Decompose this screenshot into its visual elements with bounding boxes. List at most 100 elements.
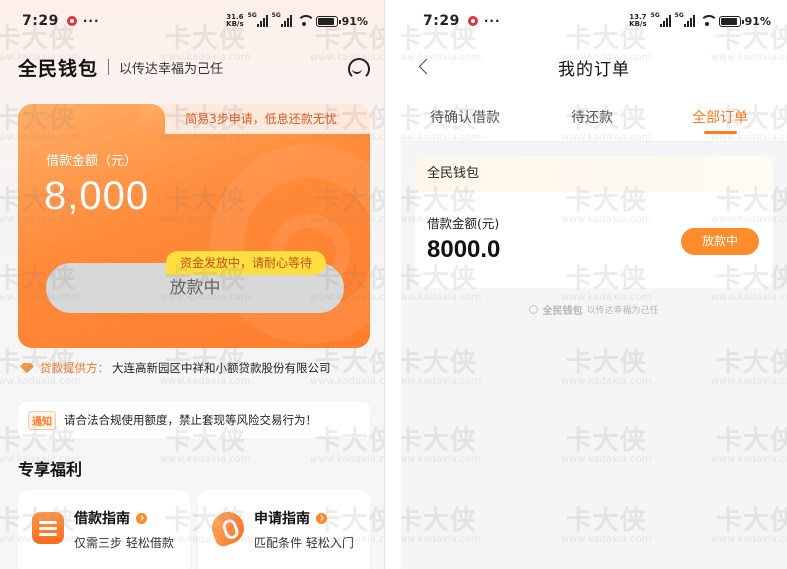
status-more: ··· <box>82 14 100 28</box>
order-brand: 全民钱包 <box>415 156 773 192</box>
tile-title-text: 借款指南 <box>74 511 130 527</box>
right-screen: 7:29 ··· 13.7 KB/s 5G 5G 91% 我的订单 待确认借款 <box>401 0 787 569</box>
provider-name: 大连高新园区中祥和小额贷款股份有限公司 <box>112 361 331 375</box>
notice-tag: 通知 <box>28 410 56 430</box>
page-title: 我的订单 <box>558 59 630 80</box>
watermark: 卡大侠www.kadaxia.com <box>401 500 481 545</box>
watermark-logo: 卡大侠 <box>565 348 647 378</box>
watermark: 卡大侠www.kadaxia.com <box>711 500 787 545</box>
watermark-url: www.kadaxia.com <box>310 454 385 465</box>
network-speed-unit: KB/s <box>226 20 244 28</box>
signal-icon: 5G <box>650 12 671 27</box>
tile-title: 借款指南 <box>74 508 190 528</box>
watermark-url: www.kadaxia.com <box>401 376 482 387</box>
status-time: 7:29 <box>423 13 460 29</box>
app-notification-icon <box>467 16 478 26</box>
apply-guide-icon <box>207 507 249 549</box>
app-brand: 全民钱包 <box>18 57 99 80</box>
watermark: 卡大侠www.kadaxia.com <box>711 342 787 387</box>
loan-guide-icon <box>32 512 64 544</box>
tile-subtitle: 匹配条件 轻松入门 <box>254 536 354 550</box>
watermark-url: www.kadaxia.com <box>160 454 251 465</box>
watermark: 卡大侠www.kadaxia.com <box>401 342 481 387</box>
app-slogan: 以传达幸福为己任 <box>119 61 224 77</box>
status-indicators: 13.7 KB/s 5G 5G 91% <box>629 12 771 28</box>
signal-label: 5G <box>247 12 257 19</box>
footer-brand-name: 全民钱包 <box>542 306 583 317</box>
watermark-url: www.kadaxia.com <box>561 534 652 545</box>
status-bar: 7:29 ··· 31.6 KB/s 5G 5G 91% <box>0 0 384 42</box>
signal-icon: 5G <box>674 12 695 27</box>
watermark-logo: 卡大侠 <box>565 506 647 536</box>
status-time: 7:29 <box>22 13 59 29</box>
signal-label: 5G <box>650 12 660 19</box>
provider-icon <box>20 363 34 373</box>
battery-icon <box>315 15 341 27</box>
notice-bar[interactable]: 通知 请合法合规使用额度，禁止套现等风险交易行为！ <box>18 402 370 438</box>
watermark: 卡大侠www.kadaxia.com <box>711 420 787 465</box>
tab-pending-confirm[interactable]: 待确认借款 <box>430 107 500 127</box>
header-divider <box>108 59 110 75</box>
chevron-right-icon <box>136 512 147 524</box>
tile-title-text: 申请指南 <box>254 511 310 527</box>
loan-amount-label: 借款金额（元） <box>46 154 138 169</box>
back-icon[interactable] <box>418 58 435 75</box>
wifi-icon <box>699 15 718 27</box>
status-bar: 7:29 ··· 13.7 KB/s 5G 5G 91% <box>401 0 787 42</box>
watermark-url: www.kadaxia.com <box>561 376 652 387</box>
watermark-logo: 卡大侠 <box>401 506 477 536</box>
page-header: 我的订单 <box>401 42 787 92</box>
app-header: 全民钱包 以传达幸福为己任 <box>18 52 370 82</box>
watermark-logo: 卡大侠 <box>565 426 647 456</box>
watermark-url: www.kadaxia.com <box>561 454 652 465</box>
order-amount: 8000.0 <box>427 236 501 263</box>
loan-guide-tile[interactable]: 借款指南 仅需三步 轻松借款 <box>18 490 190 569</box>
screen-gap <box>385 0 401 569</box>
network-speed: 31.6 KB/s <box>226 14 243 28</box>
watermark: 卡大侠www.kadaxia.com <box>561 500 651 545</box>
order-card[interactable]: 全民钱包 借款金额(元) 8000.0 放款中 <box>415 156 773 288</box>
notice-text: 请合法合规使用额度，禁止套现等风险交易行为！ <box>64 413 317 427</box>
customer-service-icon[interactable] <box>346 56 370 80</box>
left-screen: 7:29 ··· 31.6 KB/s 5G 5G 91% 全民钱包 以传达幸福为… <box>0 0 385 569</box>
signal-label: 5G <box>271 12 281 19</box>
watermark-url: www.kadaxia.com <box>711 534 787 545</box>
signal-label: 5G <box>674 12 684 19</box>
loan-card: 简易3步申请，低息还款无忧 借款金额（元） 8,000 放款中 资金发放中，请耐… <box>18 104 370 348</box>
network-speed: 13.7 KB/s <box>629 14 646 28</box>
watermark-logo: 卡大侠 <box>401 426 477 456</box>
watermark: 卡大侠www.kadaxia.com <box>561 420 651 465</box>
signal-icon: 5G <box>247 12 268 27</box>
watermark: 卡大侠www.kadaxia.com <box>401 420 481 465</box>
brand-logo-icon <box>529 305 539 314</box>
watermark-url: www.kadaxia.com <box>401 454 482 465</box>
network-speed-unit: KB/s <box>629 20 647 28</box>
card-tab-text: 简易3步申请，低息还款无忧 <box>185 112 337 126</box>
tab-all-orders[interactable]: 全部订单 <box>692 107 748 127</box>
watermark-logo: 卡大侠 <box>715 426 787 456</box>
battery-percent: 91% <box>744 14 771 28</box>
battery-percent: 91% <box>341 14 368 28</box>
tab-pending-repay[interactable]: 待还款 <box>571 107 613 127</box>
signal-icon: 5G <box>271 12 292 27</box>
disbursing-hint: 资金发放中，请耐心等待 <box>166 251 327 275</box>
status-more: ··· <box>483 14 501 28</box>
tile-subtitle: 仅需三步 轻松借款 <box>74 536 174 550</box>
wifi-icon <box>296 15 315 27</box>
footer-brand-slogan: 以传达幸福为己任 <box>586 306 659 316</box>
watermark-url: www.kadaxia.com <box>711 454 787 465</box>
watermark-url: www.kadaxia.com <box>401 534 482 545</box>
order-amount-label: 借款金额(元) <box>427 216 500 231</box>
section-title: 专享福利 <box>18 460 83 479</box>
watermark: 卡大侠www.kadaxia.com <box>561 342 651 387</box>
apply-guide-tile[interactable]: 申请指南 匹配条件 轻松入门 <box>198 490 370 569</box>
loan-amount: 8,000 <box>44 174 150 218</box>
provider-label: 贷款提供方： <box>40 361 109 375</box>
status-indicators: 31.6 KB/s 5G 5G 91% <box>226 12 368 28</box>
battery-icon <box>718 15 744 27</box>
order-status-button[interactable]: 放款中 <box>681 228 759 255</box>
active-tab-indicator <box>704 131 737 134</box>
footer-brand: 全民钱包 以传达幸福为己任 <box>401 302 787 317</box>
tile-title: 申请指南 <box>254 508 370 528</box>
app-notification-icon <box>66 16 77 26</box>
